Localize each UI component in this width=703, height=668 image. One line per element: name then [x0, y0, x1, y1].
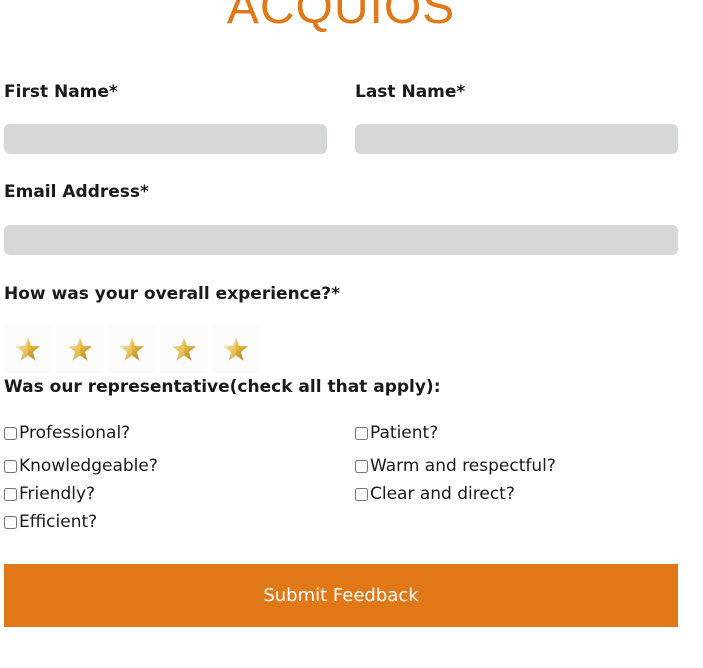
first-name-label: First Name*: [4, 82, 118, 102]
submit-feedback-button[interactable]: Submit Feedback: [4, 564, 678, 627]
option-label: Patient?: [370, 423, 439, 443]
rating-stars: [4, 326, 259, 373]
option-label: Efficient?: [19, 512, 98, 532]
email-input[interactable]: [4, 225, 678, 255]
last-name-label: Last Name*: [355, 82, 466, 102]
warm-respectful-checkbox[interactable]: [355, 459, 368, 473]
option-efficient[interactable]: Efficient?: [4, 512, 97, 532]
star-icon: [15, 337, 40, 360]
option-label: Clear and direct?: [370, 484, 515, 504]
option-friendly[interactable]: Friendly?: [4, 484, 95, 504]
option-knowledgeable[interactable]: Knowledgeable?: [4, 456, 158, 476]
star-icon: [119, 337, 144, 360]
option-professional[interactable]: Professional?: [4, 423, 130, 443]
last-name-input[interactable]: [355, 124, 678, 154]
rating-star-4[interactable]: [160, 326, 207, 373]
clear-direct-checkbox[interactable]: [355, 487, 368, 501]
star-icon: [171, 337, 196, 360]
option-patient[interactable]: Patient?: [355, 423, 438, 443]
option-label: Knowledgeable?: [19, 456, 158, 476]
rating-star-5[interactable]: [212, 326, 259, 373]
option-clear-direct[interactable]: Clear and direct?: [355, 484, 515, 504]
rating-star-3[interactable]: [108, 326, 155, 373]
experience-question: How was your overall experience?*: [4, 284, 341, 304]
option-warm-respectful[interactable]: Warm and respectful?: [355, 456, 556, 476]
option-label: Professional?: [19, 423, 131, 443]
option-label: Warm and respectful?: [370, 456, 556, 476]
professional-checkbox[interactable]: [4, 426, 17, 440]
rating-star-2[interactable]: [56, 326, 103, 373]
rating-star-1[interactable]: [4, 326, 51, 373]
brand-logo-text: ACQUIOS: [226, 0, 456, 34]
efficient-checkbox[interactable]: [4, 515, 17, 529]
friendly-checkbox[interactable]: [4, 487, 17, 501]
knowledgeable-checkbox[interactable]: [4, 459, 17, 473]
representative-question: Was our representative(check all that ap…: [4, 377, 441, 397]
option-label: Friendly?: [19, 484, 96, 504]
patient-checkbox[interactable]: [355, 426, 368, 440]
star-icon: [223, 337, 248, 360]
email-label: Email Address*: [4, 182, 149, 202]
star-icon: [67, 337, 92, 360]
first-name-input[interactable]: [4, 124, 327, 154]
